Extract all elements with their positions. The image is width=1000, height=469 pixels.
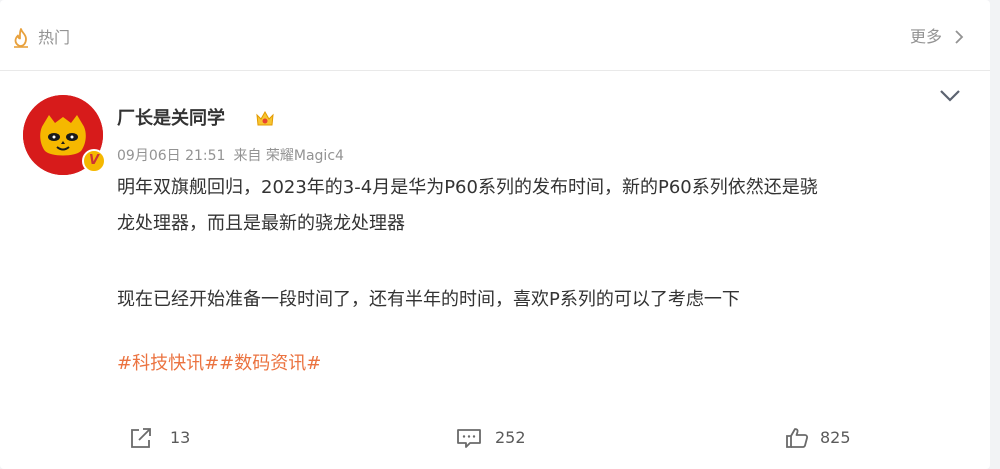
post-meta: 09月06日 21:51 来自 荣耀Magic4 xyxy=(117,146,344,166)
post-text-line: 现在已经开始准备一段时间了，还有半年的时间，喜欢P系列的可以了考虑一下 xyxy=(117,289,740,310)
post-text-line: 龙处理器，而且是最新的骁龙处理器 xyxy=(117,213,405,234)
like-icon xyxy=(786,428,809,448)
chevron-right-icon[interactable] xyxy=(952,29,966,45)
card-header: 热门 更多 xyxy=(0,0,990,71)
post-source: 来自 荣耀Magic4 xyxy=(233,148,344,164)
post-body: 明年双旗舰回归，2023年的3-4月是华为P60系列的发布时间，新的P60系列依… xyxy=(117,170,972,382)
comment-icon xyxy=(457,429,481,448)
post-tags[interactable]: #科技快讯##数码资讯# xyxy=(117,346,972,382)
feed-card: 热门 更多 V 厂长是关同学 09月06日 21:51 来自 荣耀Magic4 … xyxy=(0,0,990,469)
author-name[interactable]: 厂长是关同学 xyxy=(117,106,225,132)
post-text-line: 明年双旗舰回归，2023年的3-4月是华为P60系列的发布时间，新的P60系列依… xyxy=(117,177,818,198)
share-count: 13 xyxy=(170,428,191,447)
verified-badge: V xyxy=(82,149,106,173)
more-link[interactable]: 更多 xyxy=(910,26,942,48)
flame-icon xyxy=(9,27,33,51)
share-icon xyxy=(131,428,151,448)
crown-icon[interactable] xyxy=(254,108,276,130)
action-bar: 13 252 825 xyxy=(0,420,990,456)
comment-count: 252 xyxy=(495,428,526,447)
like-count: 825 xyxy=(820,428,851,447)
chevron-down-icon[interactable] xyxy=(938,88,962,104)
section-title: 热门 xyxy=(38,28,71,47)
post-timestamp[interactable]: 09月06日 21:51 xyxy=(117,148,225,164)
